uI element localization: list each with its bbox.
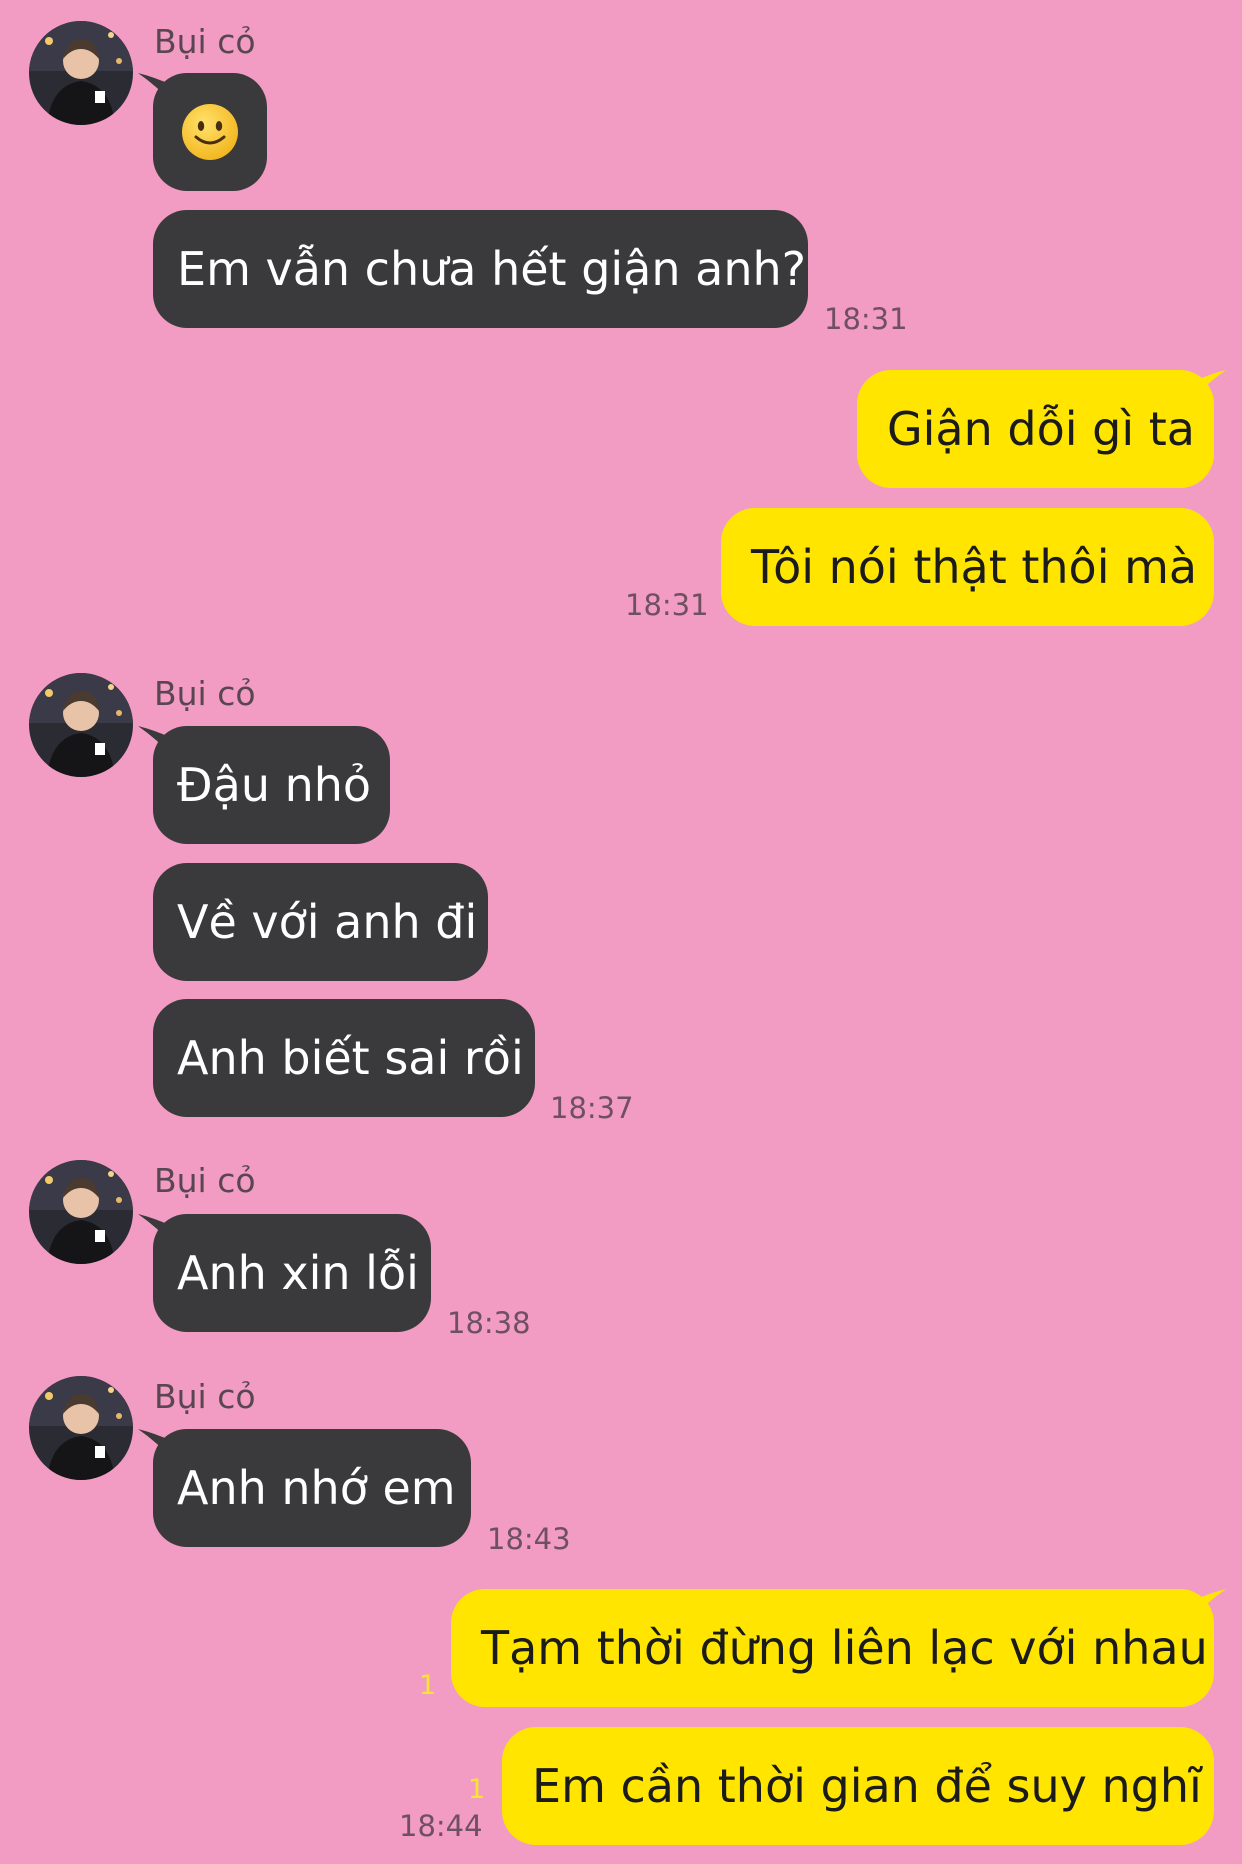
incoming-message[interactable]: Đậu nhỏ [153,726,390,844]
contact-avatar[interactable] [29,673,133,777]
sender-name: Bụi cỏ [154,22,256,61]
incoming-message[interactable]: Anh nhớ em [153,1429,471,1547]
unread-count: 1 [468,1774,486,1805]
contact-avatar[interactable] [29,1160,133,1264]
incoming-message[interactable]: Về với anh đi [153,863,488,981]
message-timestamp: 18:37 [550,1091,634,1125]
unread-count: 1 [419,1670,437,1701]
message-timestamp: 18:44 [399,1809,483,1843]
contact-avatar[interactable] [29,1376,133,1480]
sender-name: Bụi cỏ [154,674,256,713]
sender-name: Bụi cỏ [154,1377,256,1416]
incoming-message[interactable]: Em vẫn chưa hết giận anh? [153,210,808,328]
slightly-smiling-face-icon [182,104,238,160]
sender-name: Bụi cỏ [154,1161,256,1200]
message-timestamp: 18:31 [625,588,709,622]
contact-avatar[interactable] [29,21,133,125]
outgoing-message[interactable]: Em cần thời gian để suy nghĩ [502,1727,1214,1845]
message-timestamp: 18:31 [824,302,908,336]
message-timestamp: 18:38 [447,1306,531,1340]
incoming-message[interactable]: Anh biết sai rồi [153,999,535,1117]
outgoing-message[interactable]: Tạm thời đừng liên lạc với nhau [451,1589,1214,1707]
incoming-message-emoji[interactable] [153,73,267,191]
outgoing-message[interactable]: Giận dỗi gì ta [857,370,1214,488]
outgoing-message[interactable]: Tôi nói thật thôi mà [721,508,1214,626]
message-timestamp: 18:43 [487,1522,571,1556]
incoming-message[interactable]: Anh xin lỗi [153,1214,431,1332]
